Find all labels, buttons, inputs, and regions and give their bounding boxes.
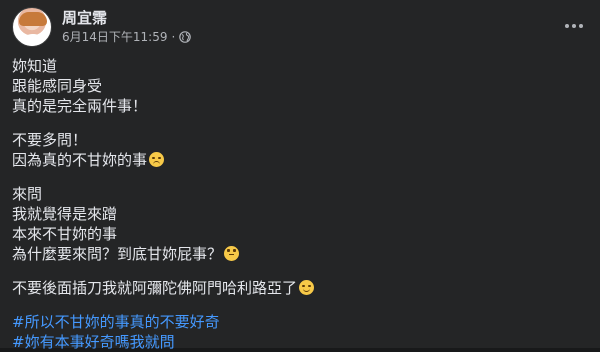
more-options-icon[interactable] bbox=[562, 14, 586, 38]
paragraph-1: 妳知道 跟能感同身受 真的是完全兩件事！ bbox=[12, 56, 588, 116]
hashtag-link[interactable]: #所以不甘妳的事真的不要好奇 bbox=[12, 312, 588, 332]
text-line: 妳知道 bbox=[12, 57, 58, 75]
separator-dot: · bbox=[171, 30, 176, 44]
hashtag-link[interactable]: #妳有本事好奇嗎我就問 bbox=[12, 332, 588, 352]
timestamp-row: 6月14日下午11:59 · bbox=[62, 29, 192, 45]
persevering-face-emoji-icon bbox=[149, 152, 165, 167]
globe-icon[interactable] bbox=[179, 31, 192, 43]
text-line: 因為真的不甘妳的事 bbox=[12, 150, 588, 170]
paragraph-4: 不要後面插刀我就阿彌陀佛阿門哈利路亞了 bbox=[12, 278, 588, 298]
author-name[interactable]: 周宜霈 bbox=[62, 9, 191, 27]
text-line: 本來不甘妳的事 bbox=[12, 225, 118, 243]
text-line: 跟能感同身受 bbox=[12, 77, 103, 95]
post-body: 妳知道 跟能感同身受 真的是完全兩件事！ 不要多問！ 因為真的不甘妳的事 來問 … bbox=[12, 56, 588, 352]
paragraph-2: 不要多問！ 因為真的不甘妳的事 bbox=[12, 130, 588, 170]
post-header: 周宜霈 6月14日下午11:59 · bbox=[12, 6, 192, 48]
post-meta: 周宜霈 6月14日下午11:59 · bbox=[62, 9, 192, 45]
smiling-face-emoji-icon bbox=[299, 280, 315, 295]
avatar[interactable] bbox=[12, 7, 52, 47]
text-fragment: 因為真的不甘妳的事 bbox=[12, 151, 148, 169]
text-line: 不要多問！ bbox=[12, 131, 88, 149]
hashtags: #所以不甘妳的事真的不要好奇 #妳有本事好奇嗎我就問 bbox=[12, 312, 588, 352]
text-line: 不要後面插刀我就阿彌陀佛阿門哈利路亞了 bbox=[12, 278, 588, 298]
text-line: 真的是完全兩件事！ bbox=[12, 97, 148, 115]
facebook-post: 周宜霈 6月14日下午11:59 · 妳知道 跟能感同身受 真的是完全兩件事！ … bbox=[0, 0, 600, 351]
text-line: 我就覺得是來蹭 bbox=[12, 205, 118, 223]
text-fragment: 不要後面插刀我就阿彌陀佛阿門哈利路亞了 bbox=[12, 279, 298, 297]
rolling-eyes-emoji-icon bbox=[224, 246, 240, 261]
text-line: 為什麼要來問？到底甘妳屁事？ bbox=[12, 244, 588, 264]
text-line: 來問 bbox=[12, 185, 43, 203]
text-fragment: 為什麼要來問？到底甘妳屁事？ bbox=[12, 245, 223, 263]
timestamp[interactable]: 6月14日下午11:59 bbox=[62, 29, 168, 45]
paragraph-3: 來問 我就覺得是來蹭 本來不甘妳的事 為什麼要來問？到底甘妳屁事？ bbox=[12, 184, 588, 264]
